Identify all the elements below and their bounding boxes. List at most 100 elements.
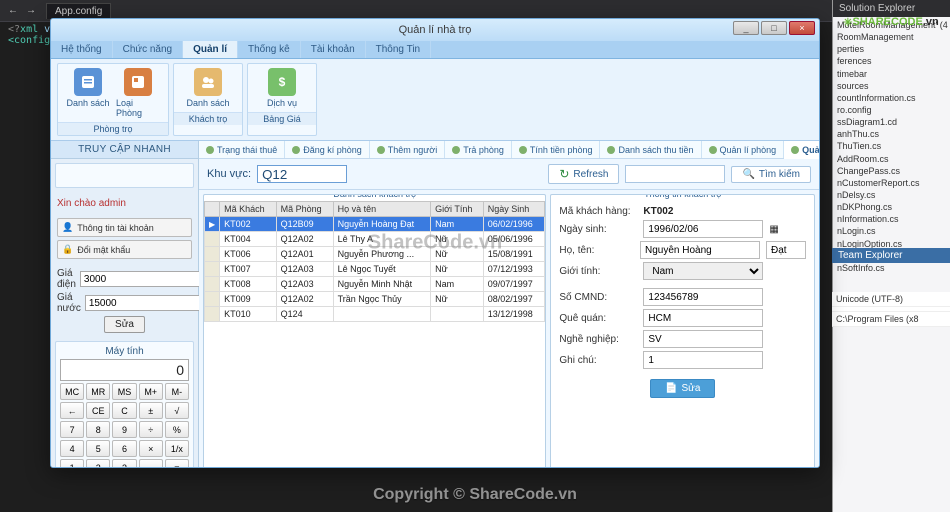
detail-hometown[interactable] (643, 309, 763, 327)
nav-back-icon[interactable]: ← (8, 5, 18, 16)
calc-key[interactable]: = (165, 459, 189, 468)
calc-key[interactable]: 1/x (165, 440, 189, 457)
sol-item[interactable]: ro.config (837, 104, 946, 116)
sol-item[interactable]: AddRoom.cs (837, 153, 946, 165)
main-tab[interactable]: Thông Tin (366, 41, 431, 58)
main-tab[interactable]: Hệ thống (51, 41, 113, 58)
calc-key[interactable]: MR (86, 383, 110, 400)
calc-key[interactable]: MC (60, 383, 84, 400)
calc-key[interactable]: 2 (86, 459, 110, 468)
editor-tab-appconfig[interactable]: App.config (46, 3, 111, 19)
calc-key[interactable]: ± (139, 402, 163, 419)
sol-item[interactable]: timebar (837, 68, 946, 80)
table-row[interactable]: KT009Q12A02Trần Ngọc ThủyNữ08/02/1997 (205, 292, 545, 307)
sol-item[interactable]: ChangePass.cs (837, 165, 946, 177)
calc-key[interactable]: √ (165, 402, 189, 419)
table-row[interactable]: KT007Q12A03Lê Ngọc TuyếtNữ07/12/1993 (205, 262, 545, 277)
sol-item[interactable]: ThuTien.cs (837, 140, 946, 152)
sub-tab[interactable]: Tính tiền phòng (512, 141, 601, 158)
table-row[interactable]: KT008Q12A03Nguyễn Minh NhậtNam09/07/1997 (205, 277, 545, 292)
sol-item[interactable]: ferences (837, 55, 946, 67)
ribbon-room-list[interactable]: Danh sách (66, 68, 110, 118)
calc-key[interactable]: M+ (139, 383, 163, 400)
calc-key[interactable]: C (112, 402, 136, 419)
calc-key[interactable]: M- (165, 383, 189, 400)
calendar-icon[interactable]: ▦ (769, 224, 778, 235)
calc-key[interactable]: 3 (112, 459, 136, 468)
sub-tab[interactable]: Trả phòng (445, 141, 512, 158)
detail-job[interactable] (643, 330, 763, 348)
detail-note[interactable] (643, 351, 763, 369)
calc-key[interactable]: ← (60, 402, 84, 419)
detail-gender[interactable]: Nam (643, 262, 763, 280)
sol-item[interactable]: RoomManagement (837, 31, 946, 43)
sub-tab[interactable]: Thêm người (370, 141, 445, 158)
nav-forward-icon[interactable]: → (26, 5, 36, 16)
table-row[interactable]: KT004Q12A02Lê Thy ANữ05/06/1996 (205, 232, 545, 247)
sub-tab[interactable]: Trạng thái thuê (199, 141, 285, 158)
calc-key[interactable]: 4 (60, 440, 84, 457)
calc-key[interactable]: 1 (60, 459, 84, 468)
ribbon-customer-list[interactable]: Danh sách (186, 68, 230, 108)
sub-tab[interactable]: Đăng kí phòng (285, 141, 370, 158)
sol-item[interactable]: nSoftInfo.cs (837, 262, 946, 274)
ribbon-room-type[interactable]: Loại Phòng (116, 68, 160, 118)
grid-header[interactable]: Ngày Sinh (483, 202, 545, 217)
calc-key[interactable]: CE (86, 402, 110, 419)
account-info-button[interactable]: 👤 Thông tin tài khoản (57, 218, 192, 237)
sub-tab[interactable]: Danh sách thu tiền (600, 141, 701, 158)
table-row[interactable]: ▶KT002Q12B09Nguyễn Hoàng ĐạtNam06/02/199… (205, 217, 545, 232)
table-row[interactable]: KT010Q12413/12/1998 (205, 307, 545, 322)
sol-item[interactable]: anhThu.cs (837, 128, 946, 140)
search-button[interactable]: Tìm kiếm (731, 166, 811, 183)
sol-item[interactable]: perties (837, 43, 946, 55)
customer-grid[interactable]: Mã KháchMã PhòngHọ và tênGiới TínhNgày S… (204, 201, 545, 322)
grid-header[interactable]: Mã Khách (220, 202, 276, 217)
maximize-button[interactable]: □ (761, 21, 787, 35)
search-input[interactable] (625, 165, 725, 183)
refresh-button[interactable]: Refresh (548, 164, 619, 184)
sol-item[interactable]: nInformation.cs (837, 213, 946, 225)
sol-item[interactable]: ssDiagram1.cd (837, 116, 946, 128)
change-password-button[interactable]: 🔒 Đổi mật khẩu (57, 240, 192, 259)
sol-item[interactable]: nLogin.cs (837, 225, 946, 237)
calc-key[interactable]: 9 (112, 421, 136, 438)
ribbon-service[interactable]: $ Dịch vụ (260, 68, 304, 108)
grid-header[interactable]: Giới Tính (431, 202, 484, 217)
grid-header[interactable]: Họ và tên (333, 202, 430, 217)
sol-item[interactable]: nDKPhong.cs (837, 201, 946, 213)
calc-key[interactable]: 5 (86, 440, 110, 457)
sol-item[interactable]: MotelRoomManagement' (4 projects) (837, 19, 946, 31)
calc-key[interactable]: - (139, 459, 163, 468)
main-tab[interactable]: Chức năng (113, 41, 184, 58)
calc-key[interactable]: 6 (112, 440, 136, 457)
minimize-button[interactable]: _ (733, 21, 759, 35)
detail-save-button[interactable]: Sửa (650, 379, 715, 398)
main-tab[interactable]: Quản lí (183, 41, 238, 58)
detail-cmnd[interactable] (643, 288, 763, 306)
main-tab[interactable]: Tài khoản (301, 41, 366, 58)
detail-dob[interactable] (643, 220, 763, 238)
main-tab[interactable]: Thống kê (238, 41, 301, 58)
calc-key[interactable]: MS (112, 383, 136, 400)
calc-key[interactable]: % (165, 421, 189, 438)
price-edit-button[interactable]: Sửa (104, 316, 145, 333)
grid-header[interactable] (205, 202, 220, 217)
calc-key[interactable]: × (139, 440, 163, 457)
detail-firstname[interactable] (640, 241, 760, 259)
detail-lastname[interactable] (766, 241, 806, 259)
sol-item[interactable]: sources (837, 80, 946, 92)
calc-key[interactable]: ÷ (139, 421, 163, 438)
sol-item[interactable]: nDelsy.cs (837, 189, 946, 201)
sub-tab[interactable]: Quản lí khách trọ ✕ (784, 141, 819, 159)
sub-tab[interactable]: Quản lí phòng (702, 141, 785, 158)
sol-item[interactable]: nCustomerReport.cs (837, 177, 946, 189)
close-button[interactable]: × (789, 21, 815, 35)
team-explorer-tab[interactable]: Team Explorer (832, 248, 950, 263)
grid-header[interactable]: Mã Phòng (276, 202, 333, 217)
table-row[interactable]: KT006Q12A01Nguyễn Phương ...Nữ15/08/1991 (205, 247, 545, 262)
calc-key[interactable]: 7 (60, 421, 84, 438)
sol-item[interactable]: countInformation.cs (837, 92, 946, 104)
calc-key[interactable]: 8 (86, 421, 110, 438)
area-input[interactable] (257, 165, 347, 183)
